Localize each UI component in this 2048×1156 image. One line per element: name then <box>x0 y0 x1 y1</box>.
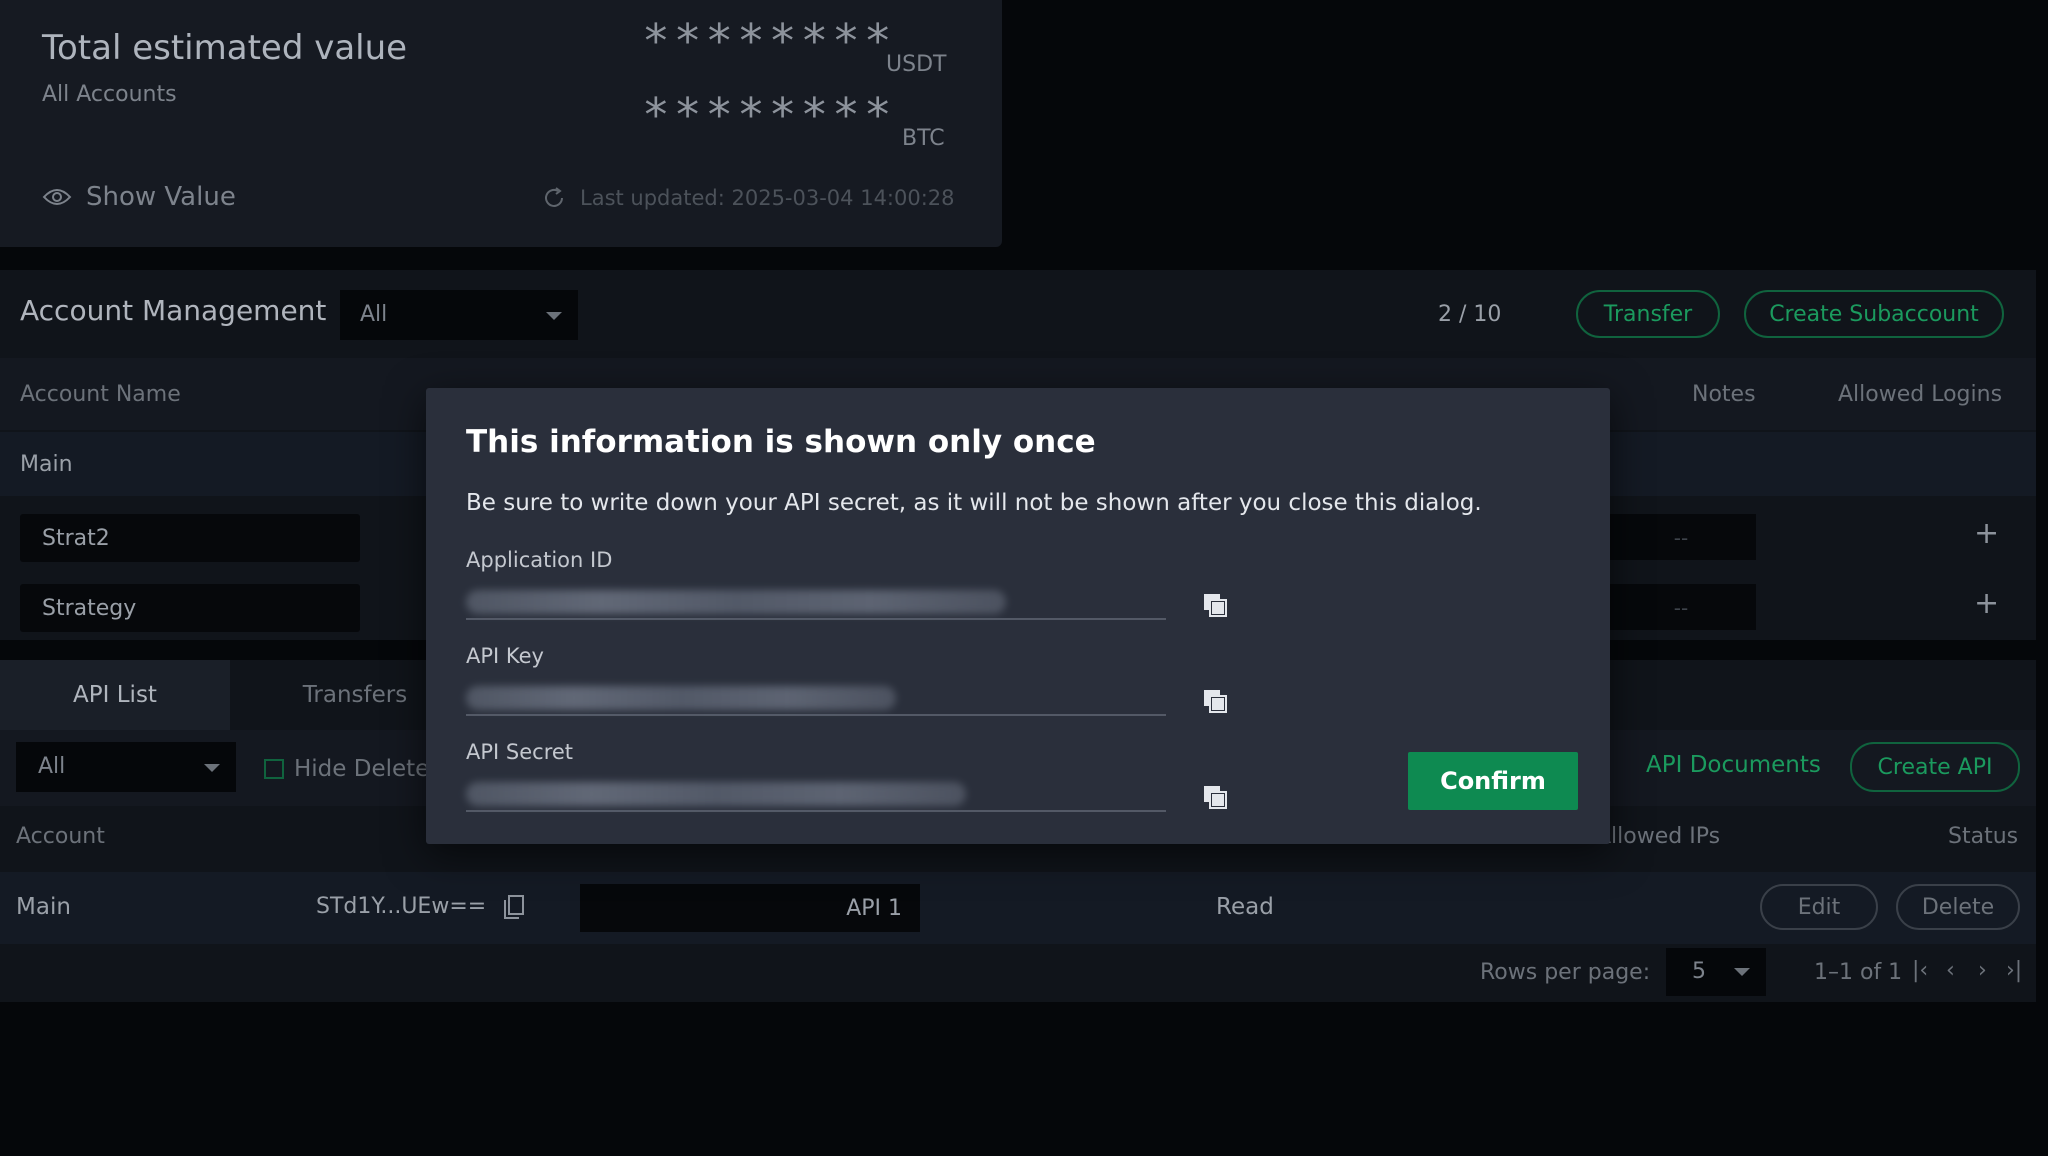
edit-button[interactable]: Edit <box>1760 884 1878 930</box>
plus-icon[interactable]: + <box>1974 586 1999 621</box>
api-filter-select[interactable]: All <box>16 742 236 792</box>
usdt-unit: USDT <box>886 52 947 77</box>
col-account: Account <box>16 824 105 849</box>
dialog-description: Be sure to write down your API secret, a… <box>466 490 1482 516</box>
hide-deleted-label: Hide Deleted <box>294 756 444 782</box>
rows-per-page-value: 5 <box>1692 959 1706 984</box>
eye-icon <box>42 189 72 205</box>
create-subaccount-button[interactable]: Create Subaccount <box>1744 290 2004 338</box>
copy-icon[interactable] <box>1202 784 1228 810</box>
summary-subtitle: All Accounts <box>42 82 177 107</box>
show-value-label: Show Value <box>86 182 236 212</box>
show-value-toggle[interactable]: Show Value <box>42 182 236 212</box>
api-row-description[interactable]: API 1 <box>580 884 920 932</box>
btc-unit: BTC <box>902 126 945 151</box>
application-id-label: Application ID <box>466 548 613 572</box>
last-updated: Last updated: 2025-03-04 14:00:28 <box>542 186 955 210</box>
pagination-range: 1–1 of 1 <box>1814 960 1903 985</box>
table-row <box>0 872 2036 944</box>
last-updated-text: Last updated: 2025-03-04 14:00:28 <box>580 186 955 210</box>
caret-down-icon <box>1734 968 1750 976</box>
account-counter: 2 / 10 <box>1438 302 1502 327</box>
refresh-icon[interactable] <box>542 186 566 210</box>
confirm-button[interactable]: Confirm <box>1408 752 1578 810</box>
create-api-button[interactable]: Create API <box>1850 742 2020 792</box>
api-documents-link[interactable]: API Documents <box>1646 752 1821 778</box>
plus-icon[interactable]: + <box>1974 516 1999 551</box>
account-filter-select[interactable]: All <box>340 290 578 340</box>
api-secret-field[interactable] <box>466 776 1166 812</box>
col-notes: Notes <box>1692 382 1756 407</box>
caret-down-icon <box>204 764 220 772</box>
api-row-permissions: Read <box>1216 894 1274 920</box>
transfer-button[interactable]: Transfer <box>1576 290 1720 338</box>
api-key-field[interactable] <box>466 680 1166 716</box>
hide-deleted-checkbox[interactable]: Hide Deleted <box>264 756 444 782</box>
col-allowed-ips: Allowed IPs <box>1596 824 1721 849</box>
col-status: Status <box>1948 824 2019 849</box>
rows-per-page-select[interactable]: 5 <box>1666 948 1766 996</box>
prev-page-icon[interactable]: ‹ <box>1946 958 1955 983</box>
application-id-field[interactable] <box>466 584 1166 620</box>
checkbox-box[interactable] <box>264 759 284 779</box>
caret-down-icon <box>546 312 562 320</box>
last-page-icon[interactable]: ›| <box>2006 958 2022 983</box>
notes-field[interactable]: -- <box>1606 584 1756 630</box>
first-page-icon[interactable]: |‹ <box>1912 958 1928 983</box>
dialog-title: This information is shown only once <box>466 424 1096 460</box>
next-page-icon[interactable]: › <box>1978 958 1987 983</box>
copy-icon[interactable] <box>502 894 526 920</box>
api-key-label: API Key <box>466 644 544 668</box>
summary-title: Total estimated value <box>42 28 408 68</box>
copy-icon[interactable] <box>1202 592 1228 618</box>
tab-api-list[interactable]: API List <box>0 660 230 730</box>
account-management-title: Account Management <box>20 294 327 327</box>
api-row-key: STd1Y...UEw== <box>316 894 487 919</box>
api-filter-value: All <box>38 754 66 779</box>
col-allowed-logins: Allowed Logins <box>1838 382 2003 407</box>
account-name-field[interactable]: Strat2 <box>20 514 360 562</box>
account-main-name: Main <box>20 452 73 477</box>
usdt-value: ******** <box>642 14 896 68</box>
account-name-field[interactable]: Strategy <box>20 584 360 632</box>
btc-value: ******** <box>642 88 896 142</box>
delete-button[interactable]: Delete <box>1896 884 2020 930</box>
api-secret-label: API Secret <box>466 740 574 764</box>
copy-icon[interactable] <box>1202 688 1228 714</box>
rows-per-page-label: Rows per page: <box>1480 960 1651 985</box>
notes-field[interactable]: -- <box>1606 514 1756 560</box>
account-filter-value: All <box>360 302 388 327</box>
col-account-name: Account Name <box>20 382 181 407</box>
api-row-account: Main <box>16 894 71 920</box>
